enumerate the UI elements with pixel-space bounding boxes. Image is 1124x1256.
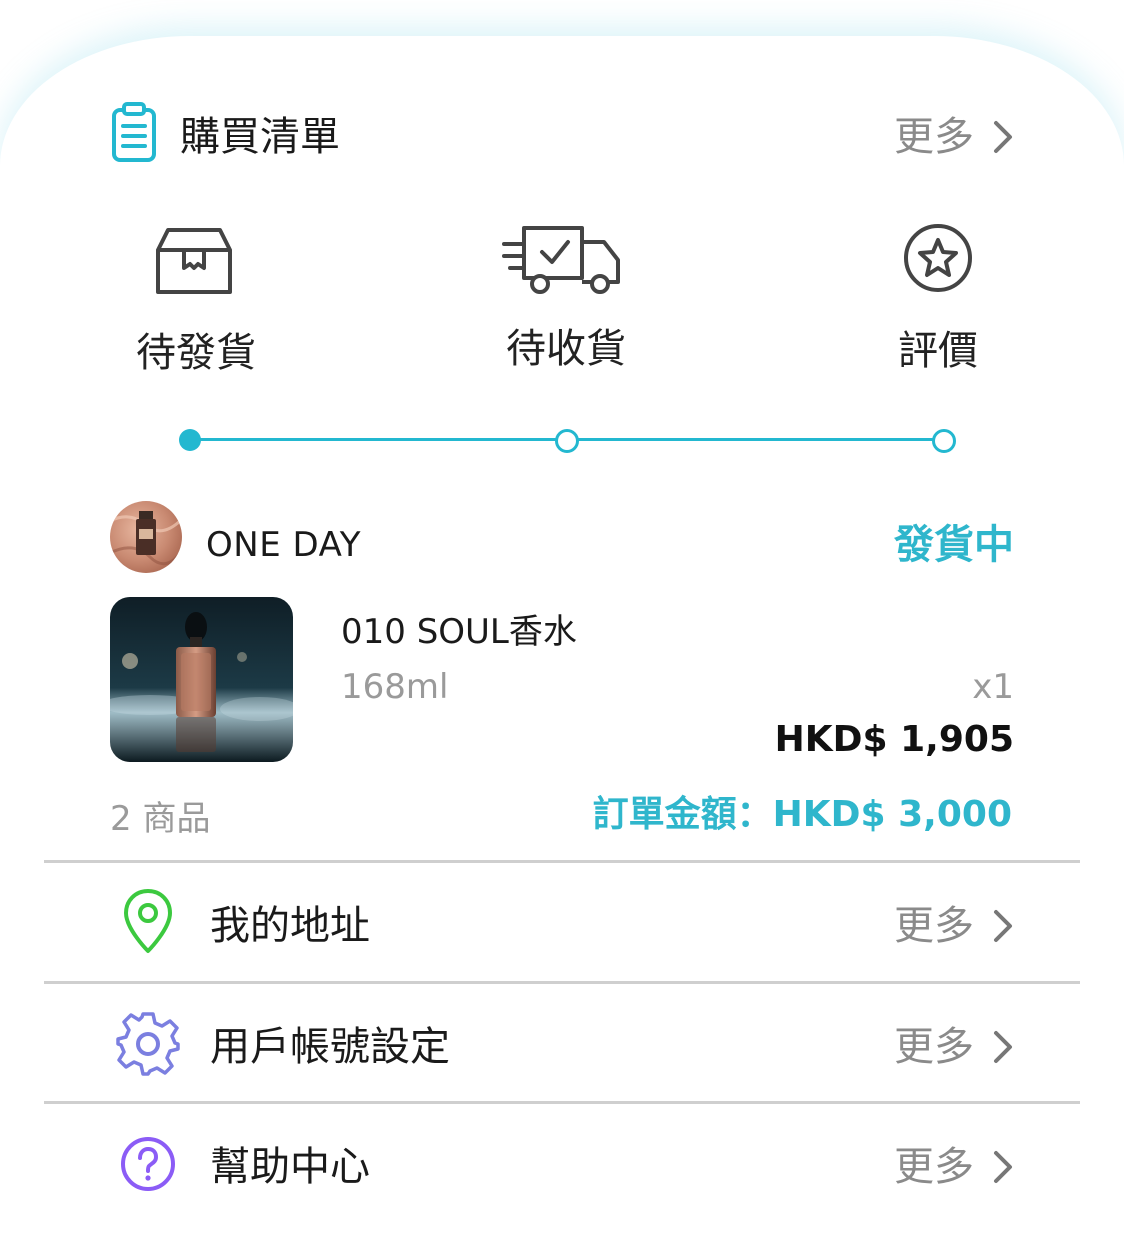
page-title: 購買清單 [180,114,340,160]
menu-label: 幫助中心 [210,1144,370,1190]
truck-icon [502,220,624,304]
progress-step [555,429,579,453]
tab-pending-receipt[interactable]: 待收貨 [486,216,646,376]
product-name[interactable]: 010 SOUL香水 [341,611,577,653]
menu-item-address[interactable]: 我的地址 更多 [0,863,1124,981]
box-icon [154,224,234,300]
progress-step [932,429,956,453]
progress-step-active [179,429,201,451]
menu-item-help-center[interactable]: 幫助中心 更多 [0,1104,1124,1222]
order-status-badge: 發貨中 [894,522,1014,568]
product-quantity: x1 [972,667,1014,707]
tab-label: 待收貨 [506,326,626,372]
tab-pending-shipment[interactable]: 待發貨 [116,220,276,380]
clipboard-icon [110,100,158,164]
menu-label: 我的地址 [210,903,370,949]
gear-icon [110,1006,186,1082]
chevron-right-icon [992,1149,1014,1185]
chevron-right-icon [992,1029,1014,1065]
chevron-right-icon [992,908,1014,944]
menu-label: 用戶帳號設定 [210,1024,450,1070]
orders-more-link[interactable]: 更多 [894,112,1014,162]
tab-label: 評價 [898,328,978,374]
help-center-more-link[interactable]: 更多 [894,1142,1014,1192]
store-avatar[interactable] [110,501,182,573]
more-label: 更多 [894,1144,974,1190]
menu-item-account-settings[interactable]: 用戶帳號設定 更多 [0,984,1124,1102]
address-more-link[interactable]: 更多 [894,901,1014,951]
store-name[interactable]: ONE DAY [206,524,361,566]
location-pin-icon [110,883,186,959]
more-label: 更多 [894,114,974,160]
product-variant: 168ml [341,667,449,707]
question-circle-icon [110,1126,186,1202]
more-label: 更多 [894,1024,974,1070]
account-settings-more-link[interactable]: 更多 [894,1022,1014,1072]
tab-label: 待發貨 [136,330,256,376]
tab-review[interactable]: 評價 [858,218,1018,378]
chevron-right-icon [992,119,1014,155]
star-circle-icon [902,222,974,298]
product-price: HKD$ 1,905 [774,719,1014,760]
item-count: 2 商品 [110,799,211,839]
product-image[interactable] [110,597,293,762]
more-label: 更多 [894,903,974,949]
order-total: 訂單金額：HKD$ 3,000 [592,794,1012,835]
